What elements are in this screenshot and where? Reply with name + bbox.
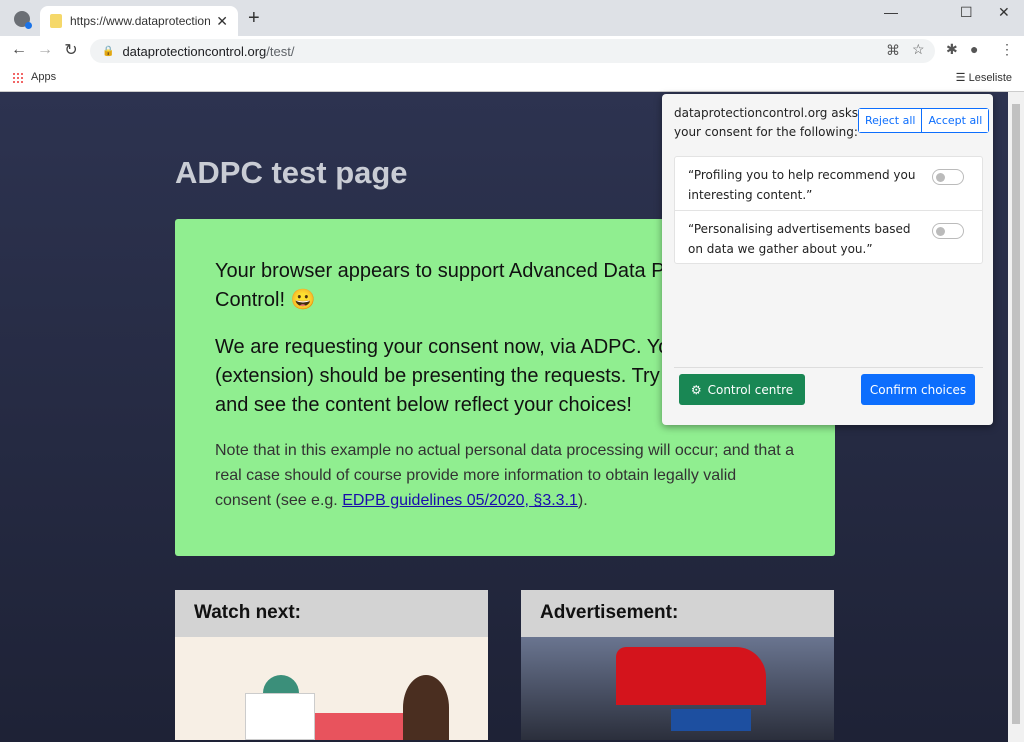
browser-tab[interactable]: https://www.dataprotectioncontrol.org/te… bbox=[40, 6, 238, 36]
bookmark-star-icon[interactable]: ☆ bbox=[912, 41, 925, 58]
page-title: ADPC test page bbox=[175, 155, 408, 190]
close-tab-icon[interactable]: ✕ bbox=[216, 13, 228, 30]
control-centre-label: Control centre bbox=[707, 382, 794, 397]
apps-grid-icon bbox=[12, 71, 23, 83]
divider bbox=[674, 367, 983, 368]
reading-list-button[interactable]: ☰ Leseliste bbox=[956, 71, 1012, 84]
menu-icon[interactable]: ⋮ bbox=[1000, 41, 1014, 58]
note-after: ). bbox=[577, 492, 588, 509]
consent-request: “Personalising advertisements based on d… bbox=[675, 210, 982, 263]
toolbar: ← → ↻ 🔒 dataprotectioncontrol.org/test/ … bbox=[0, 36, 1024, 64]
consent-request-list: “Profiling you to help recommend you int… bbox=[674, 156, 983, 264]
request-text: “Personalising advertisements based on d… bbox=[688, 222, 911, 256]
profile-icon[interactable]: ● bbox=[970, 41, 978, 57]
translate-icon[interactable]: ⌘ bbox=[886, 42, 900, 59]
reload-icon[interactable]: ↻ bbox=[58, 40, 84, 60]
gear-icon: ⚙ bbox=[690, 382, 702, 397]
advertisement-card: Advertisement: bbox=[521, 590, 834, 740]
advertisement-image[interactable] bbox=[521, 637, 834, 740]
watch-next-title: Watch next: bbox=[175, 590, 488, 637]
forward-icon[interactable]: → bbox=[32, 41, 58, 59]
consent-toggle[interactable] bbox=[932, 169, 964, 185]
note-text: Note that in this example no actual pers… bbox=[215, 438, 795, 513]
page-scrollbar[interactable] bbox=[1008, 92, 1024, 742]
bookmarks-bar: Apps ☰ Leseliste bbox=[0, 64, 1024, 92]
adpc-consent-popup: dataprotectioncontrol.org asks your cons… bbox=[662, 94, 993, 425]
control-centre-button[interactable]: ⚙ Control centre bbox=[679, 374, 805, 405]
edpb-guidelines-link[interactable]: EDPB guidelines 05/2020, §3.3.1 bbox=[342, 492, 578, 509]
address-bar[interactable]: 🔒 dataprotectioncontrol.org/test/ bbox=[90, 39, 935, 63]
reading-list-label: Leseliste bbox=[968, 72, 1012, 84]
confirm-choices-button[interactable]: Confirm choices bbox=[861, 374, 975, 405]
video-thumbnail[interactable] bbox=[175, 637, 488, 740]
scrollbar-thumb[interactable] bbox=[1012, 104, 1020, 724]
url-host: dataprotectioncontrol.org bbox=[122, 43, 267, 59]
minimize-button[interactable]: — bbox=[884, 4, 898, 20]
close-window-button[interactable]: ✕ bbox=[998, 4, 1010, 21]
back-icon[interactable]: ← bbox=[6, 41, 32, 59]
url-path: /test/ bbox=[266, 43, 295, 59]
tab-title: https://www.dataprotectioncontrol.org/te… bbox=[70, 14, 211, 28]
bulk-actions: Reject all Accept all bbox=[858, 108, 990, 133]
favicon-icon bbox=[50, 14, 62, 28]
apps-bookmark[interactable]: Apps bbox=[12, 71, 56, 83]
request-text: “Profiling you to help recommend you int… bbox=[688, 168, 916, 202]
extensions-icon[interactable]: ✱ bbox=[946, 41, 958, 58]
maximize-button[interactable]: ☐ bbox=[960, 4, 973, 21]
new-tab-button[interactable]: + bbox=[248, 7, 260, 30]
lock-icon: 🔒 bbox=[102, 45, 115, 57]
consent-request: “Profiling you to help recommend you int… bbox=[675, 157, 982, 210]
reject-all-button[interactable]: Reject all bbox=[859, 109, 922, 132]
watch-next-card: Watch next: bbox=[175, 590, 488, 740]
consent-prompt: dataprotectioncontrol.org asks your cons… bbox=[674, 106, 859, 139]
accept-all-button[interactable]: Accept all bbox=[921, 109, 989, 132]
tab-bar: https://www.dataprotectioncontrol.org/te… bbox=[0, 0, 1024, 36]
advertisement-title: Advertisement: bbox=[521, 590, 834, 637]
consent-toggle[interactable] bbox=[932, 223, 964, 239]
profile-globe-icon[interactable] bbox=[14, 11, 32, 29]
apps-label: Apps bbox=[31, 71, 57, 83]
